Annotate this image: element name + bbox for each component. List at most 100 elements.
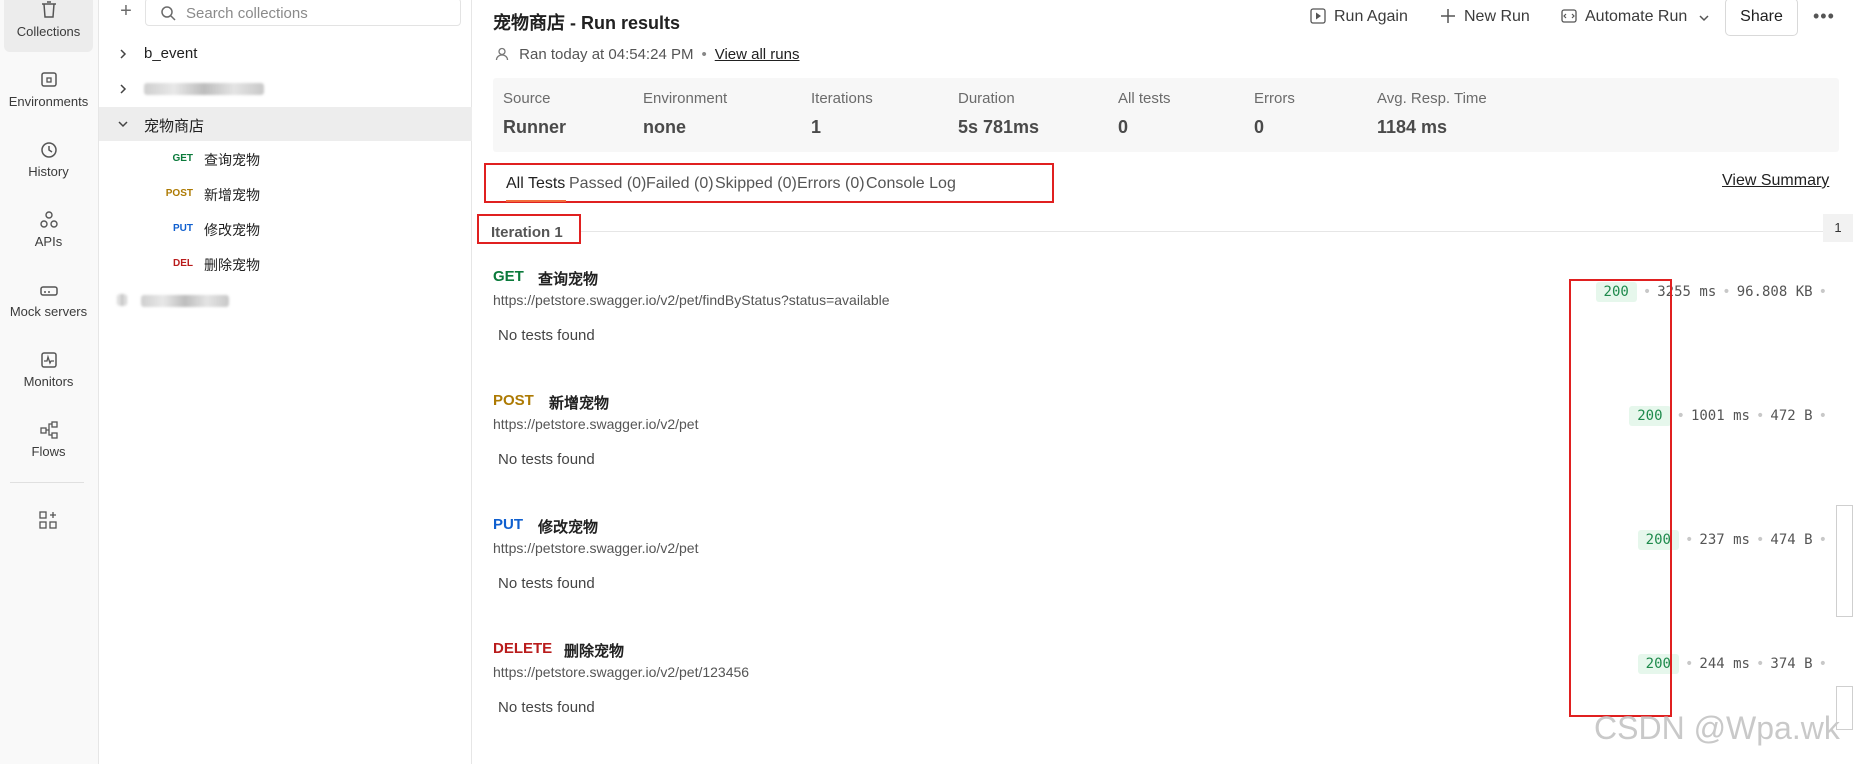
rail-label: APIs <box>34 234 63 249</box>
result-method: GET <box>493 268 524 285</box>
result-name: 删除宠物 <box>564 643 625 660</box>
chevron-down-icon[interactable] <box>117 118 129 130</box>
monitor-icon <box>40 352 57 368</box>
response-time: 237 ms <box>1699 532 1750 548</box>
chevron-right-icon[interactable] <box>117 83 129 95</box>
automate-run-label: Automate Run <box>1585 8 1688 25</box>
stat-iterations: Iterations 1 <box>811 90 873 138</box>
stat-value: 0 <box>1254 117 1265 137</box>
share-button[interactable]: Share <box>1725 0 1798 36</box>
stat-label: Duration <box>958 90 1015 107</box>
new-run-button[interactable]: New Run <box>1440 8 1530 26</box>
collection-b-event[interactable]: b_event <box>99 37 472 71</box>
active-tab-indicator <box>506 200 566 202</box>
stat-value: 0 <box>1118 117 1129 137</box>
sidebar-request-put[interactable]: PUT 修改宠物 <box>99 213 472 245</box>
stat-duration: Duration 5s 781ms <box>958 90 1039 138</box>
result-method: POST <box>493 392 534 409</box>
separator-dot: • <box>1722 284 1731 300</box>
separator-dot: • <box>1818 408 1827 424</box>
view-summary-link[interactable]: View Summary <box>1722 172 1829 190</box>
method-tag: PUT <box>173 223 193 234</box>
search-box[interactable] <box>145 0 461 26</box>
stat-source: Source Runner <box>503 90 566 138</box>
collection-blurred[interactable] <box>99 72 472 106</box>
add-widgets-icon[interactable] <box>38 510 58 530</box>
new-collection-button[interactable]: + <box>115 0 137 24</box>
sidebar-request-post[interactable]: POST 新增宠物 <box>99 178 472 210</box>
rail-apis[interactable]: APIs <box>4 202 93 262</box>
tab-skipped[interactable]: Skipped (0) <box>715 175 797 193</box>
separator-dot: • <box>1818 532 1827 548</box>
request-name: 修改宠物 <box>204 222 260 238</box>
run-results-panel: 宠物商店 - Run results Ran today at 04:54:24… <box>473 0 1853 764</box>
trash-can-icon <box>41 1 56 18</box>
result-name: 修改宠物 <box>538 519 599 536</box>
stat-avg-resp-time: Avg. Resp. Time 1184 ms <box>1377 90 1487 138</box>
tab-console-log[interactable]: Console Log <box>866 175 956 193</box>
response-size: 96.808 KB <box>1736 284 1813 300</box>
rail-label: Collections <box>16 24 81 39</box>
collection-label: b_event <box>144 45 198 62</box>
run-again-button[interactable]: Run Again <box>1310 8 1408 26</box>
rail-monitors[interactable]: Monitors <box>4 342 93 402</box>
chevron-right-icon[interactable] <box>117 48 129 60</box>
response-size: 472 B <box>1770 408 1813 424</box>
tab-failed[interactable]: Failed (0) <box>646 175 714 193</box>
iteration-counter[interactable]: 1 <box>1823 214 1853 242</box>
collection-label: 宠物商店 <box>144 118 205 135</box>
result-tabs: All Tests Passed (0) Failed (0) Skipped … <box>484 163 1054 203</box>
side-preview-thumbnail[interactable] <box>1836 505 1853 617</box>
rail-flows[interactable]: Flows <box>4 412 93 472</box>
method-tag: DEL <box>173 258 193 269</box>
result-name: 新增宠物 <box>549 395 610 412</box>
search-icon <box>161 6 176 21</box>
automate-icon <box>1561 9 1577 23</box>
response-time: 1001 ms <box>1690 408 1750 424</box>
result-method: PUT <box>493 516 523 533</box>
run-again-label: Run Again <box>1334 8 1408 25</box>
sidebar-request-delete[interactable]: DEL 删除宠物 <box>99 248 472 280</box>
rail-history[interactable]: History <box>4 132 93 192</box>
stat-label: All tests <box>1118 90 1171 107</box>
response-size: 474 B <box>1770 532 1813 548</box>
stat-value: 1 <box>811 117 822 137</box>
blurred-collection-name <box>144 83 264 95</box>
stat-value: 5s 781ms <box>958 117 1040 137</box>
collection-blurred-2[interactable] <box>99 284 472 318</box>
result-url: https://petstore.swagger.io/v2/pet/findB… <box>493 292 890 308</box>
stat-value: Runner <box>503 117 566 137</box>
rail-label: Monitors <box>23 374 74 389</box>
tab-errors[interactable]: Errors (0) <box>797 175 865 193</box>
request-name: 查询宠物 <box>204 152 260 168</box>
tab-all-tests[interactable]: All Tests <box>506 175 565 193</box>
rail-label: History <box>28 164 69 179</box>
sidebar-request-get[interactable]: GET 查询宠物 <box>99 143 472 175</box>
method-tag: GET <box>172 153 193 164</box>
stat-label: Iterations <box>811 90 873 107</box>
search-input[interactable] <box>186 3 446 23</box>
rail-mock-servers[interactable]: Mock servers <box>4 272 93 332</box>
automate-run-button[interactable]: Automate Run <box>1561 8 1710 26</box>
stat-label: Source <box>503 90 551 107</box>
separator-dot: • <box>1676 408 1685 424</box>
flows-icon <box>39 421 58 439</box>
result-url: https://petstore.swagger.io/v2/pet <box>493 540 699 556</box>
response-time: 244 ms <box>1699 656 1750 672</box>
view-all-runs-link[interactable]: View all runs <box>715 46 800 63</box>
rail-environments[interactable]: Environments <box>4 62 93 122</box>
run-meta: Ran today at 04:54:24 PM • View all runs <box>495 46 799 63</box>
collection-pet-store[interactable]: 宠物商店 <box>99 107 472 141</box>
rail-collections[interactable]: Collections <box>4 0 93 52</box>
blurred-collection-name <box>141 295 229 307</box>
no-tests-text: No tests found <box>498 699 595 716</box>
plus-icon <box>1441 9 1455 23</box>
response-size: 374 B <box>1770 656 1813 672</box>
separator-dot: • <box>701 46 707 63</box>
stat-label: Errors <box>1254 90 1295 107</box>
result-name: 查询宠物 <box>538 271 599 288</box>
stat-errors: Errors 0 <box>1254 90 1295 138</box>
more-options-button[interactable]: ••• <box>1813 6 1835 27</box>
no-tests-text: No tests found <box>498 575 595 592</box>
tab-passed[interactable]: Passed (0) <box>569 175 646 193</box>
